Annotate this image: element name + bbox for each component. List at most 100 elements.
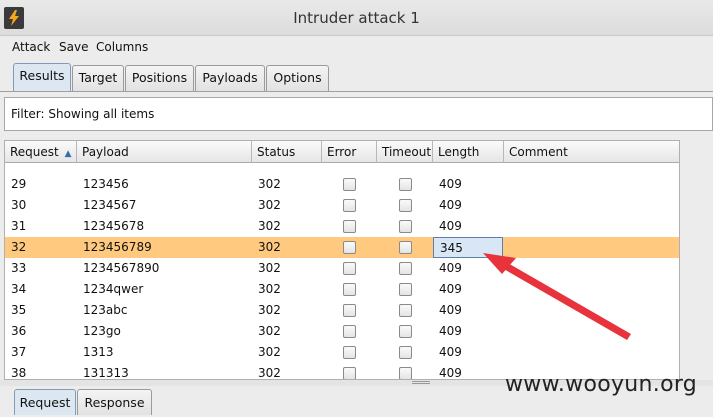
cell-payload: 12345678 (83, 219, 145, 233)
cell-status: 302 (258, 177, 281, 191)
column-header-error[interactable]: Error (322, 141, 377, 163)
cell-status: 302 (258, 345, 281, 359)
tab-options[interactable]: Options (266, 65, 329, 91)
cell-request: 30 (11, 198, 27, 212)
cell-status: 302 (252, 163, 281, 169)
menu-save[interactable]: Save (59, 40, 88, 54)
window-title: Intruder attack 1 (293, 9, 420, 27)
error-checkbox (343, 325, 356, 338)
timeout-checkbox (399, 325, 412, 338)
cell-length: 409 (439, 282, 462, 296)
timeout-checkbox (399, 241, 412, 254)
filter-text: Filter: Showing all items (11, 107, 155, 121)
cell-payload: 123go (83, 324, 121, 338)
cell-status: 302 (258, 282, 281, 296)
cell-status: 302 (258, 303, 281, 317)
vertical-scrollbar[interactable] (680, 140, 713, 380)
cell-status: 302 (258, 324, 281, 338)
cell-request: 36 (11, 324, 27, 338)
error-checkbox (343, 220, 356, 233)
cell-status: 302 (258, 366, 281, 380)
table-row[interactable]: 29 123456 302 409 (5, 174, 679, 195)
menu-bar: Attack Save Columns (0, 36, 713, 59)
cell-payload: 123456 (83, 177, 129, 191)
splitter-grip-icon[interactable] (412, 381, 430, 384)
cell-request: 31 (11, 219, 27, 233)
cell-payload: 1234qwer (83, 282, 144, 296)
cell-request: 32 (11, 240, 27, 254)
cell-request: 35 (11, 303, 27, 317)
menu-columns[interactable]: Columns (96, 40, 148, 54)
table-row[interactable]: 36 123go 302 409 (5, 321, 679, 342)
table-row[interactable]: 28 12345 302 409 (5, 163, 679, 169)
cell-length: 409 (439, 345, 462, 359)
cell-length: 409 (433, 163, 462, 169)
cell-status: 302 (258, 219, 281, 233)
menu-attack[interactable]: Attack (12, 40, 50, 54)
cell-length: 409 (439, 324, 462, 338)
title-bar[interactable]: Intruder attack 1 (0, 0, 713, 36)
table-row[interactable]: 37 1313 302 409 (5, 342, 679, 363)
cell-status: 302 (258, 240, 281, 254)
cell-payload: 12345 (77, 163, 121, 169)
error-checkbox (343, 241, 356, 254)
timeout-checkbox (399, 262, 412, 275)
cell-request: 29 (11, 177, 27, 191)
timeout-checkbox (399, 283, 412, 296)
cell-payload: 123abc (83, 303, 128, 317)
column-header-request[interactable]: Request ▲ (5, 141, 77, 163)
cell-length: 409 (439, 177, 462, 191)
cell-payload: 1234567890 (83, 261, 160, 275)
cell-request: 28 (5, 163, 26, 169)
cell-length: 409 (439, 261, 462, 275)
timeout-checkbox (399, 178, 412, 191)
tab-payloads[interactable]: Payloads (195, 65, 265, 91)
error-checkbox (343, 346, 356, 359)
timeout-checkbox (399, 346, 412, 359)
cell-payload: 131313 (83, 366, 129, 380)
table-row[interactable]: 33 1234567890 302 409 (5, 258, 679, 279)
table-row[interactable]: 31 12345678 302 409 (5, 216, 679, 237)
cell-length: 409 (439, 366, 462, 380)
column-header-comment[interactable]: Comment (504, 141, 679, 163)
error-checkbox (343, 304, 356, 317)
tab-response[interactable]: Response (77, 389, 152, 415)
column-header-status[interactable]: Status (252, 141, 322, 163)
error-checkbox (343, 199, 356, 212)
table-row[interactable]: 30 1234567 302 409 (5, 195, 679, 216)
cell-request: 33 (11, 261, 27, 275)
intruder-window: Intruder attack 1 Attack Save Columns Re… (0, 0, 713, 417)
timeout-checkbox (399, 220, 412, 233)
filter-bar[interactable]: Filter: Showing all items (4, 97, 713, 131)
cell-payload: 123456789 (83, 240, 152, 254)
table-row-selected[interactable]: 32 123456789 302 345 (5, 237, 679, 258)
table-row[interactable]: 34 1234qwer 302 409 (5, 279, 679, 300)
cell-request: 37 (11, 345, 27, 359)
watermark: www.wooyun.org (505, 372, 698, 397)
sort-ascending-icon: ▲ (64, 149, 72, 159)
error-checkbox (343, 178, 356, 191)
tab-request[interactable]: Request (14, 389, 76, 415)
tab-divider (0, 91, 713, 92)
cell-length: 409 (439, 219, 462, 233)
timeout-checkbox (399, 304, 412, 317)
cell-payload: 1234567 (83, 198, 137, 212)
cell-length-focused: 345 (433, 237, 503, 258)
timeout-checkbox (399, 199, 412, 212)
error-checkbox (343, 367, 356, 379)
tab-target[interactable]: Target (72, 65, 124, 91)
results-table: Request ▲ Payload Status Error Timeout L… (4, 140, 680, 380)
column-header-timeout[interactable]: Timeout (377, 141, 433, 163)
cell-length: 409 (439, 198, 462, 212)
error-checkbox (343, 262, 356, 275)
column-header-payload[interactable]: Payload (77, 141, 252, 163)
table-row[interactable]: 35 123abc 302 409 (5, 300, 679, 321)
table-header: Request ▲ Payload Status Error Timeout L… (5, 141, 679, 163)
results-tabstrip: Results Target Positions Payloads Option… (0, 60, 713, 92)
column-header-length[interactable]: Length (433, 141, 504, 163)
cell-request: 38 (11, 366, 27, 380)
table-body: 28 12345 302 409 29 123456 302 409 30 12… (5, 163, 679, 380)
tab-results[interactable]: Results (13, 63, 71, 92)
tab-positions[interactable]: Positions (125, 65, 194, 91)
error-checkbox (343, 283, 356, 296)
